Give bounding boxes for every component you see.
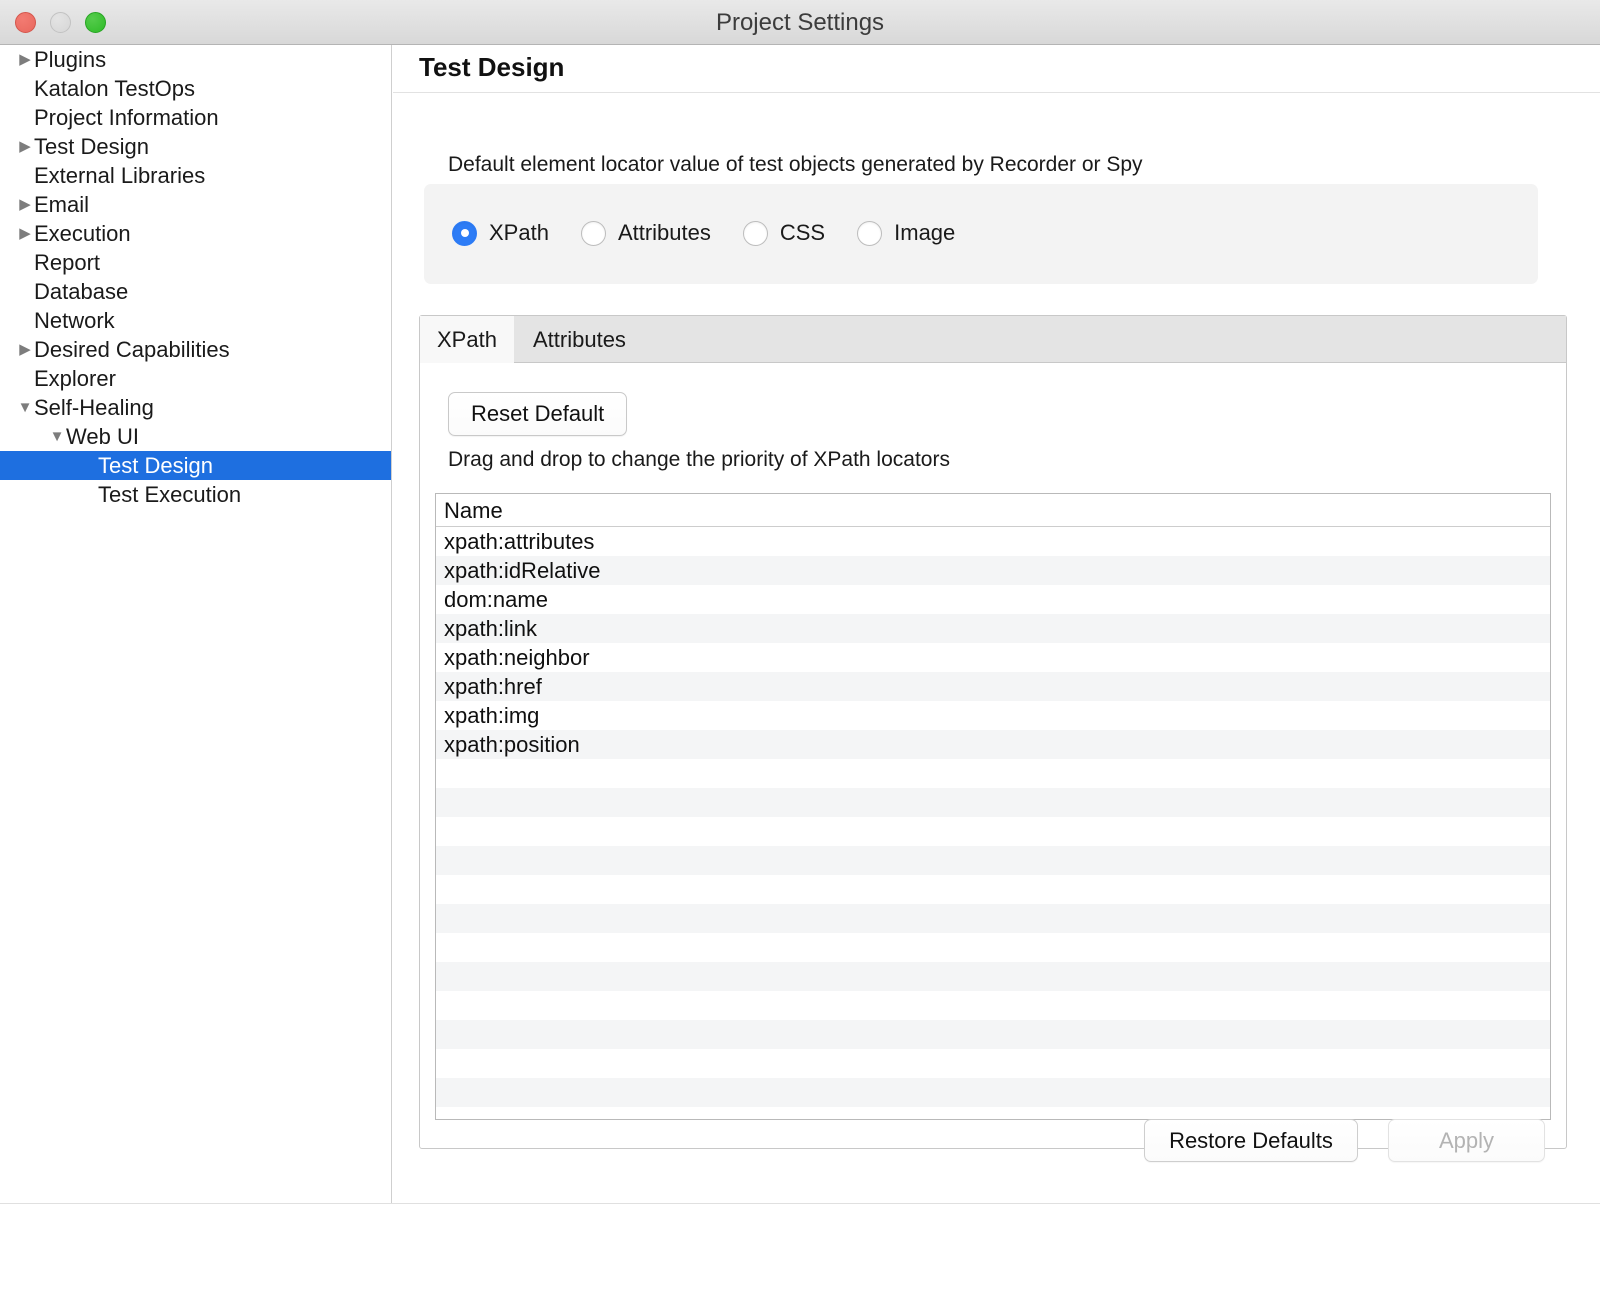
list-item[interactable]: xpath:link — [436, 614, 1550, 643]
sidebar-item-database[interactable]: Database — [0, 277, 391, 306]
window-title: Project Settings — [0, 0, 1600, 45]
sidebar-item-label: Katalon TestOps — [34, 74, 195, 103]
list-item-empty — [436, 788, 1550, 817]
reset-default-button[interactable]: Reset Default — [448, 392, 627, 436]
title-divider — [393, 92, 1600, 93]
list-item[interactable]: dom:name — [436, 585, 1550, 614]
sidebar-item-explorer[interactable]: Explorer — [0, 364, 391, 393]
sidebar-item-project-information[interactable]: Project Information — [0, 103, 391, 132]
sidebar-item-external-libraries[interactable]: External Libraries — [0, 161, 391, 190]
sidebar-item-network[interactable]: Network — [0, 306, 391, 335]
list-item[interactable]: xpath:position — [436, 730, 1550, 759]
xpath-locator-list[interactable]: Name xpath:attributesxpath:idRelativedom… — [435, 493, 1551, 1120]
locator-radio-group[interactable]: XPath Attributes CSS Image — [452, 220, 987, 246]
sidebar-item-test-design[interactable]: Test Design — [0, 451, 391, 480]
locator-radio-css[interactable]: CSS — [743, 220, 825, 246]
list-body[interactable]: xpath:attributesxpath:idRelativedom:name… — [436, 527, 1550, 1107]
list-item-empty — [436, 759, 1550, 788]
sidebar-item-desired-capabilities[interactable]: Desired Capabilities — [0, 335, 391, 364]
locator-radio-label: CSS — [780, 220, 825, 246]
locator-radio-xpath[interactable]: XPath — [452, 220, 549, 246]
chevron-right-icon[interactable] — [16, 132, 34, 161]
sidebar-item-self-healing[interactable]: Self-Healing — [0, 393, 391, 422]
page-title: Test Design — [419, 52, 564, 83]
list-item[interactable]: xpath:attributes — [436, 527, 1550, 556]
apply-button[interactable]: Apply — [1388, 1119, 1545, 1162]
list-item-empty — [436, 904, 1550, 933]
sidebar-item-label: Database — [34, 277, 128, 306]
list-item-empty — [436, 1049, 1550, 1078]
chevron-down-icon[interactable] — [48, 422, 66, 451]
sidebar-item-label: Network — [34, 306, 115, 335]
sidebar-item-label: Report — [34, 248, 100, 277]
list-item-empty — [436, 962, 1550, 991]
chevron-right-icon[interactable] — [16, 335, 34, 364]
restore-defaults-button[interactable]: Restore Defaults — [1144, 1119, 1358, 1162]
locator-radio-label: XPath — [489, 220, 549, 246]
list-item-empty — [436, 875, 1550, 904]
sidebar-item-label: Plugins — [34, 45, 106, 74]
sidebar-item-test-design[interactable]: Test Design — [0, 132, 391, 161]
sidebar-item-katalon-testops[interactable]: Katalon TestOps — [0, 74, 391, 103]
list-item[interactable]: xpath:idRelative — [436, 556, 1550, 585]
locator-section-label: Default element locator value of test ob… — [448, 153, 1143, 177]
sidebar-item-label: Test Design — [34, 132, 149, 161]
tab-xpath[interactable]: XPath — [420, 316, 514, 363]
sidebar-item-execution[interactable]: Execution — [0, 219, 391, 248]
tab-strip[interactable]: XPathAttributes — [420, 316, 1566, 363]
list-item[interactable]: xpath:neighbor — [436, 643, 1550, 672]
sidebar-item-label: Execution — [34, 219, 131, 248]
dialog-footer: ? Cancel OK — [0, 1204, 1600, 1306]
locator-radio-label: Image — [894, 220, 955, 246]
sidebar-item-label: Web UI — [66, 422, 139, 451]
list-item-empty — [436, 1020, 1550, 1049]
sidebar-item-label: Project Information — [34, 103, 219, 132]
locator-radio-image[interactable]: Image — [857, 220, 955, 246]
list-item[interactable]: xpath:href — [436, 672, 1550, 701]
sidebar-item-test-execution[interactable]: Test Execution — [0, 480, 391, 509]
radio-button-icon[interactable] — [857, 221, 882, 246]
default-locator-panel: XPath Attributes CSS Image — [424, 184, 1538, 284]
main-content-pane: Test Design Default element locator valu… — [393, 45, 1600, 1203]
sidebar-item-label: Test Design — [98, 451, 213, 480]
list-column-header-name: Name — [436, 494, 1550, 527]
list-item-empty — [436, 991, 1550, 1020]
sidebar-item-plugins[interactable]: Plugins — [0, 45, 391, 74]
window-titlebar: Project Settings — [0, 0, 1600, 45]
list-item[interactable]: xpath:img — [436, 701, 1550, 730]
locator-radio-label: Attributes — [618, 220, 711, 246]
list-item-empty — [436, 817, 1550, 846]
sidebar-item-label: Self-Healing — [34, 393, 154, 422]
chevron-right-icon[interactable] — [16, 45, 34, 74]
settings-navigation-tree[interactable]: PluginsKatalon TestOpsProject Informatio… — [0, 45, 392, 1203]
sidebar-item-label: Desired Capabilities — [34, 335, 230, 364]
drag-drop-hint: Drag and drop to change the priority of … — [448, 448, 950, 472]
radio-button-icon[interactable] — [743, 221, 768, 246]
sidebar-item-label: Explorer — [34, 364, 116, 393]
radio-button-icon[interactable] — [452, 221, 477, 246]
radio-button-icon[interactable] — [581, 221, 606, 246]
tab-attributes[interactable]: Attributes — [516, 316, 643, 363]
sidebar-item-label: External Libraries — [34, 161, 205, 190]
sidebar-item-label: Test Execution — [98, 480, 241, 509]
sidebar-item-label: Email — [34, 190, 89, 219]
sidebar-item-web-ui[interactable]: Web UI — [0, 422, 391, 451]
chevron-right-icon[interactable] — [16, 190, 34, 219]
chevron-right-icon[interactable] — [16, 219, 34, 248]
project-settings-window: Project Settings PluginsKatalon TestOpsP… — [0, 0, 1600, 1306]
chevron-down-icon[interactable] — [16, 393, 34, 422]
sidebar-item-email[interactable]: Email — [0, 190, 391, 219]
list-item-empty — [436, 933, 1550, 962]
list-item-empty — [436, 1078, 1550, 1107]
locator-radio-attributes[interactable]: Attributes — [581, 220, 711, 246]
locator-tabbox: XPathAttributes Reset Default Drag and d… — [419, 315, 1567, 1149]
sidebar-item-report[interactable]: Report — [0, 248, 391, 277]
list-item-empty — [436, 846, 1550, 875]
